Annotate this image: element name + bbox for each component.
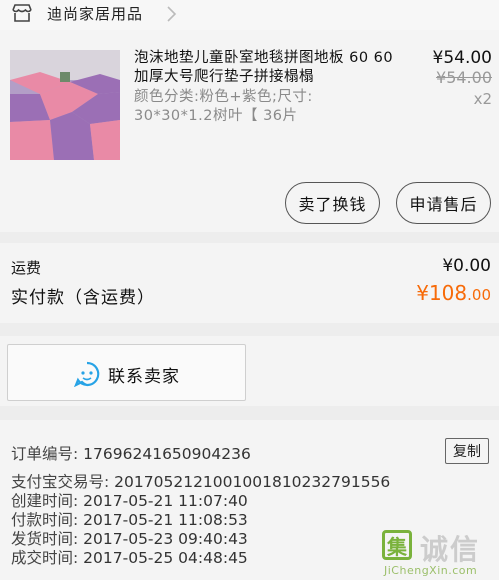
contact-area: 联系卖家 bbox=[0, 336, 499, 406]
completed-time-row: 成交时间: 2017-05-25 04:48:45 bbox=[11, 549, 248, 567]
chat-bubble-icon bbox=[74, 361, 100, 387]
contact-seller-button[interactable]: 联系卖家 bbox=[7, 344, 246, 401]
copy-button[interactable]: 复制 bbox=[445, 438, 489, 464]
original-price: ¥54.00 bbox=[436, 68, 492, 87]
product-title[interactable]: 泡沫地垫儿童卧室地毯拼图地板 60 60加厚大号爬行垫子拼接榻榻 bbox=[134, 49, 394, 87]
product-card[interactable]: 泡沫地垫儿童卧室地毯拼图地板 60 60加厚大号爬行垫子拼接榻榻 颜色分类:粉色… bbox=[0, 30, 499, 232]
shipping-value: ¥0.00 bbox=[442, 256, 491, 276]
store-icon bbox=[12, 4, 32, 22]
chevron-right-icon[interactable] bbox=[165, 4, 179, 24]
order-number-row: 订单编号: 17696241650904236 bbox=[11, 445, 251, 463]
watermark-logo: 集 bbox=[382, 530, 412, 560]
after-sales-button[interactable]: 申请售后 bbox=[396, 182, 491, 224]
watermark-url: JiChengXin.com bbox=[384, 564, 478, 577]
sell-button[interactable]: 卖了换钱 bbox=[285, 182, 380, 224]
product-price: ¥54.00 bbox=[432, 48, 492, 68]
paid-label: 实付款（含运费） bbox=[11, 288, 155, 308]
product-sku: 颜色分类:粉色+紫色;尺寸: 30*30*1.2树叶【 36片 bbox=[134, 89, 313, 124]
quantity: x2 bbox=[473, 90, 492, 108]
shipping-label: 运费 bbox=[11, 259, 42, 277]
paid-amount: ¥108.00 bbox=[416, 281, 491, 305]
shop-header[interactable]: 迪尚家居用品 bbox=[0, 0, 499, 30]
contact-seller-label: 联系卖家 bbox=[108, 367, 180, 387]
paid-cents: .00 bbox=[467, 286, 491, 304]
paid-main: 108 bbox=[428, 281, 468, 305]
paid-currency: ¥ bbox=[416, 281, 429, 305]
shop-name[interactable]: 迪尚家居用品 bbox=[47, 3, 143, 24]
watermark-text: 诚信 bbox=[420, 533, 481, 566]
order-totals: 运费 ¥0.00 实付款（含运费） ¥108.00 bbox=[0, 243, 499, 323]
product-image[interactable] bbox=[10, 50, 120, 160]
watermark: 集 诚信 JiChengXin.com bbox=[378, 526, 494, 578]
